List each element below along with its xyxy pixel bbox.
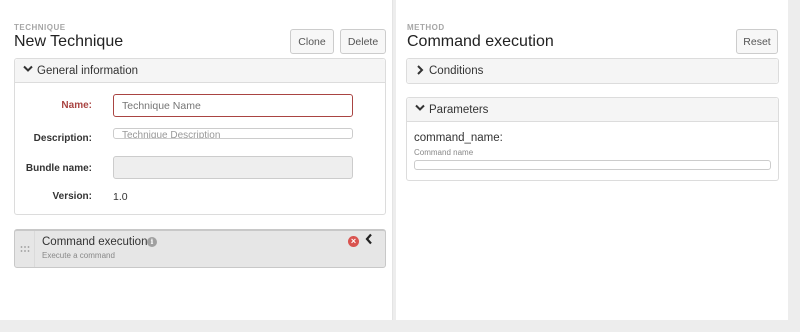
technique-description-input[interactable]: Technique Description xyxy=(113,128,353,139)
command-name-input[interactable] xyxy=(414,160,771,170)
general-information-section: General information Name: Description: T… xyxy=(14,58,386,215)
name-label: Name: xyxy=(61,100,92,111)
general-information-header[interactable]: General information xyxy=(15,59,385,83)
method-item-description: Execute a command xyxy=(42,251,115,260)
conditions-header[interactable]: Conditions xyxy=(407,59,778,83)
description-placeholder: Technique Description xyxy=(122,130,221,139)
conditions-label: Conditions xyxy=(429,65,484,77)
parameter-name: command_name: xyxy=(414,132,503,144)
chevron-down-icon xyxy=(23,65,33,76)
chevron-left-icon[interactable] xyxy=(365,233,373,248)
bundle-name-input xyxy=(113,156,353,179)
technique-name-input[interactable] xyxy=(113,94,353,117)
technique-panel: TECHNIQUE New Technique Clone Delete Gen… xyxy=(0,0,393,320)
description-label: Description: xyxy=(33,133,92,144)
method-panel: METHOD Command execution Reset Condition… xyxy=(396,0,788,320)
method-kicker: METHOD xyxy=(407,23,445,32)
drag-handle-icon[interactable] xyxy=(15,231,35,267)
parameters-header[interactable]: Parameters xyxy=(407,98,778,122)
reset-button[interactable]: Reset xyxy=(736,29,778,54)
clone-button[interactable]: Clone xyxy=(290,29,334,54)
parameters-label: Parameters xyxy=(429,103,489,116)
info-icon[interactable]: i xyxy=(147,237,157,247)
method-item-title: Command execution xyxy=(42,236,148,248)
parameter-description: Command name xyxy=(414,148,474,157)
method-item[interactable]: Command execution i Execute a command × xyxy=(14,229,386,268)
remove-icon[interactable]: × xyxy=(348,236,359,247)
general-information-label: General information xyxy=(37,64,138,77)
version-value: 1.0 xyxy=(113,191,128,203)
chevron-right-icon xyxy=(415,64,425,78)
conditions-section: Conditions xyxy=(406,58,779,84)
technique-kicker: TECHNIQUE xyxy=(14,23,66,32)
bundle-name-label: Bundle name: xyxy=(25,163,92,174)
delete-button[interactable]: Delete xyxy=(340,29,386,54)
version-label: Version: xyxy=(52,191,92,202)
technique-title: New Technique xyxy=(14,33,124,50)
chevron-down-icon xyxy=(415,104,425,115)
method-title: Command execution xyxy=(407,33,554,50)
parameters-section: Parameters command_name: Command name xyxy=(406,97,779,181)
